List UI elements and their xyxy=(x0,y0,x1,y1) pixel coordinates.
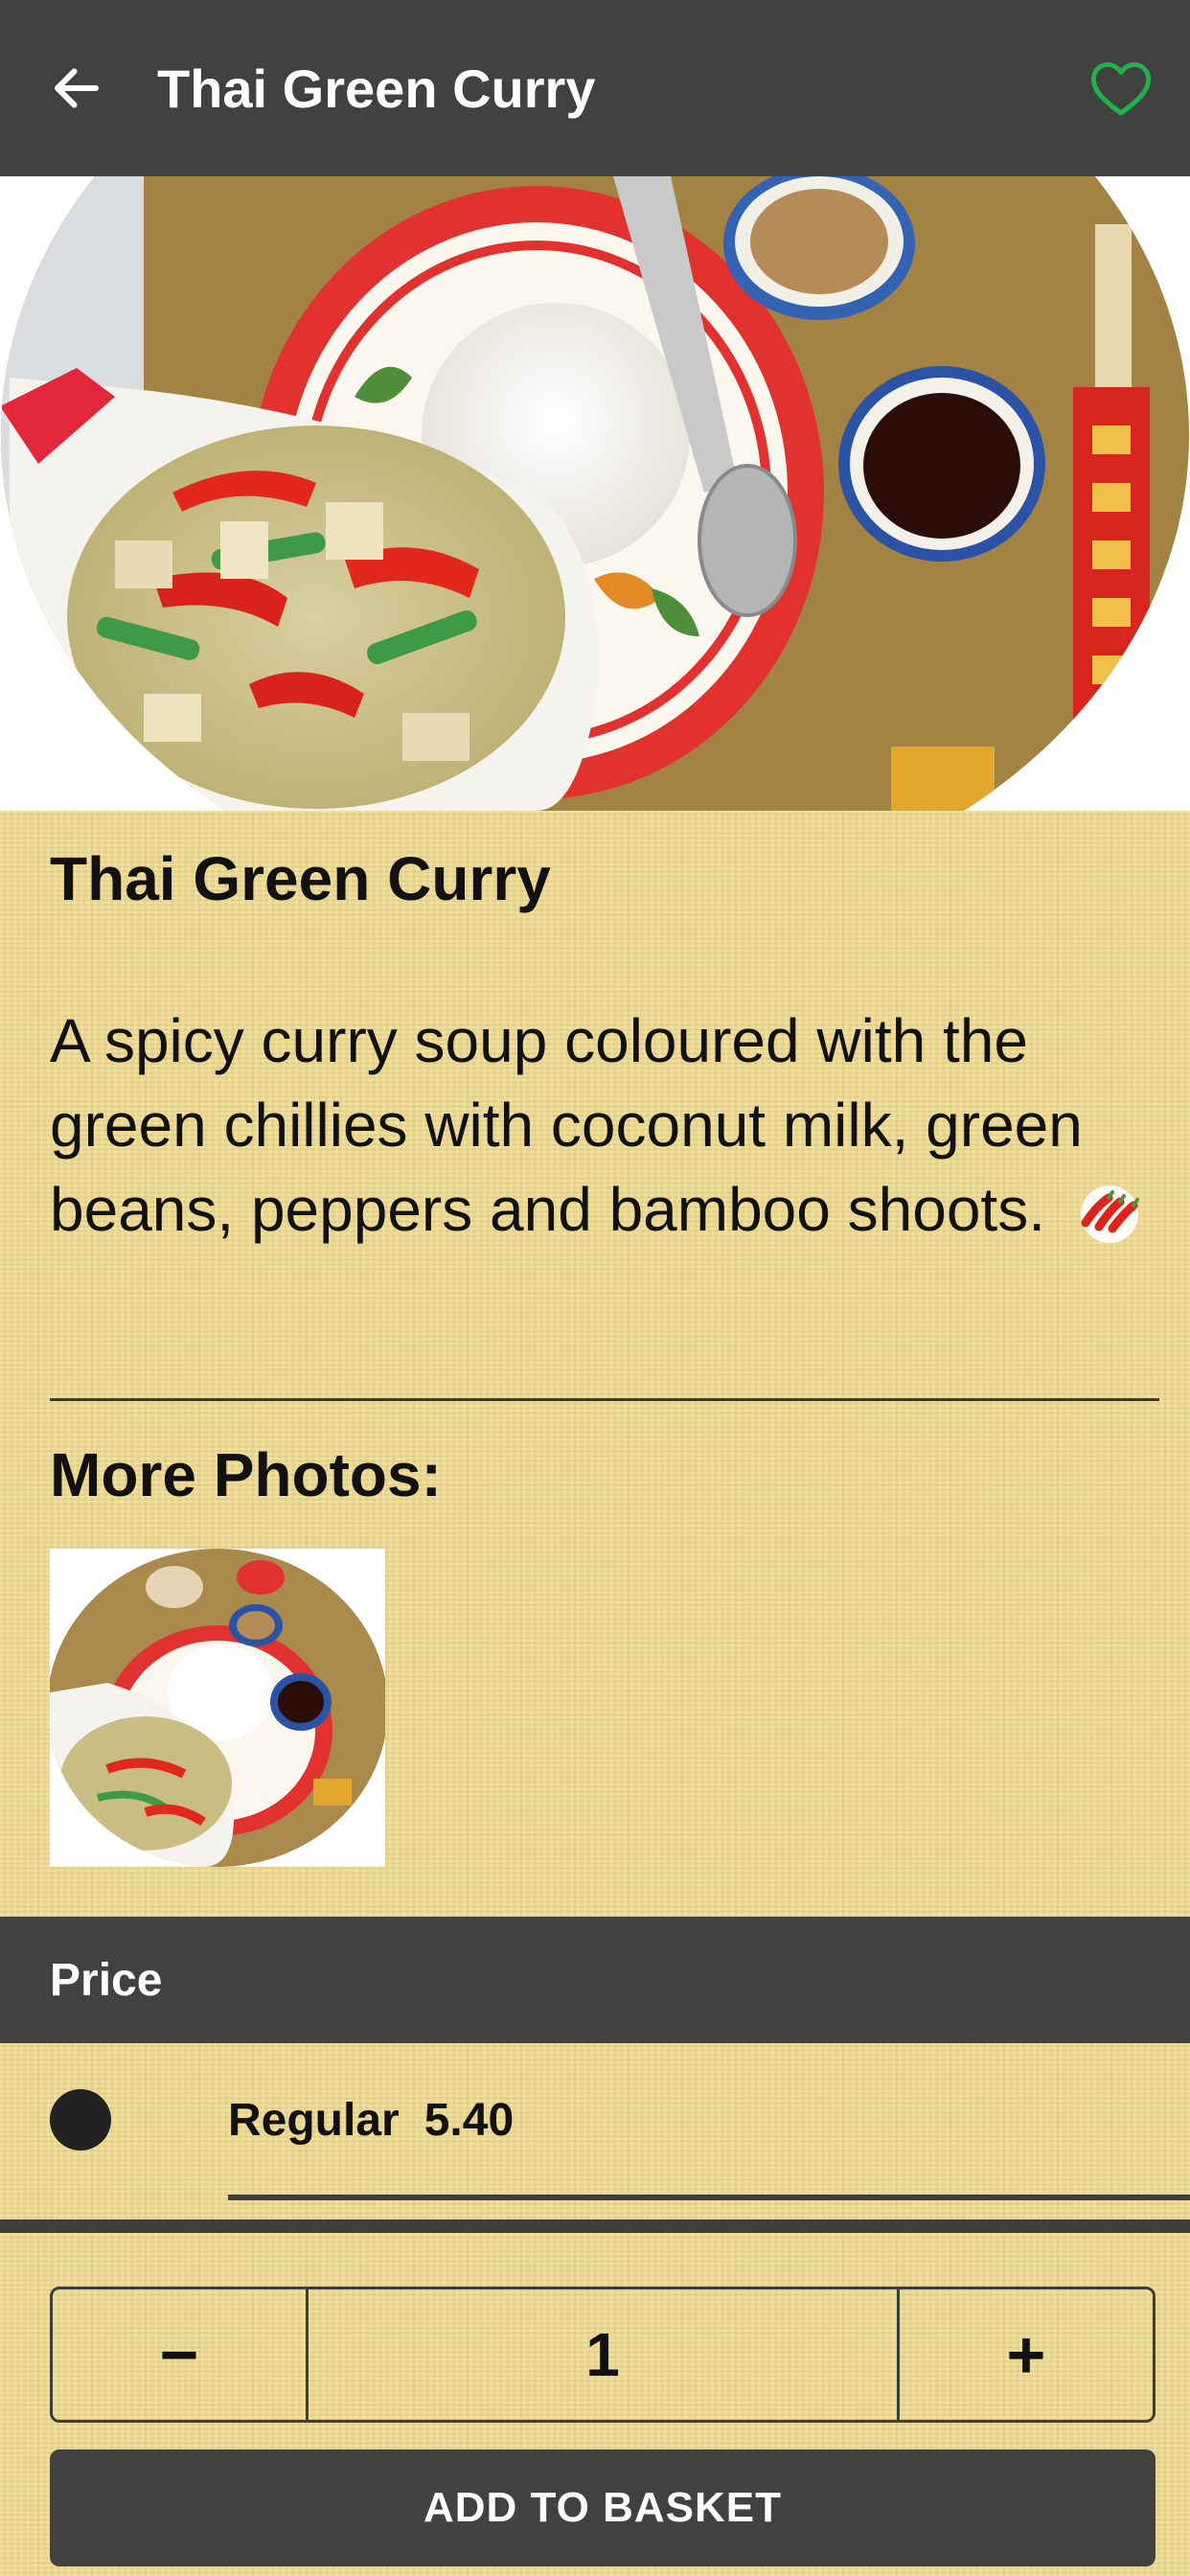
back-arrow-icon xyxy=(55,68,99,108)
price-label: Price xyxy=(50,1954,163,2006)
dish-description-text: A spicy curry soup coloured with the gre… xyxy=(50,1006,1083,1244)
dish-description: A spicy curry soup coloured with the gre… xyxy=(50,999,1152,1252)
price-option-text: Regular 5.40 xyxy=(228,2043,514,2196)
dish-name: Thai Green Curry xyxy=(50,844,551,913)
decrease-quantity-button[interactable]: − xyxy=(53,2289,309,2420)
page-title: Thai Green Curry xyxy=(157,58,596,119)
back-button[interactable] xyxy=(38,50,115,126)
increase-quantity-button[interactable]: + xyxy=(897,2289,1153,2420)
quantity-value: 1 xyxy=(585,2320,620,2389)
price-option-value: 5.40 xyxy=(423,2094,515,2146)
price-option-name: Regular xyxy=(228,2094,400,2146)
chilli-icon xyxy=(1080,1185,1139,1244)
app-header: Thai Green Curry xyxy=(0,0,1190,176)
add-to-basket-button[interactable]: ADD TO BASKET xyxy=(50,2450,1156,2566)
radio-selected-icon[interactable] xyxy=(50,2089,111,2150)
section-divider xyxy=(50,1398,1159,1401)
heart-outline-icon xyxy=(1090,62,1152,116)
section-separator xyxy=(0,2220,1190,2233)
dish-photo xyxy=(0,176,1190,811)
favorite-button[interactable] xyxy=(1081,48,1161,128)
more-photos-label: More Photos: xyxy=(50,1440,442,1509)
price-option-regular[interactable]: Regular 5.40 xyxy=(0,2043,1190,2196)
more-photo-thumbnail[interactable] xyxy=(50,1549,385,1867)
option-underline xyxy=(228,2195,1190,2200)
quantity-stepper: − 1 + xyxy=(50,2287,1156,2423)
price-header: Price xyxy=(0,1917,1190,2043)
